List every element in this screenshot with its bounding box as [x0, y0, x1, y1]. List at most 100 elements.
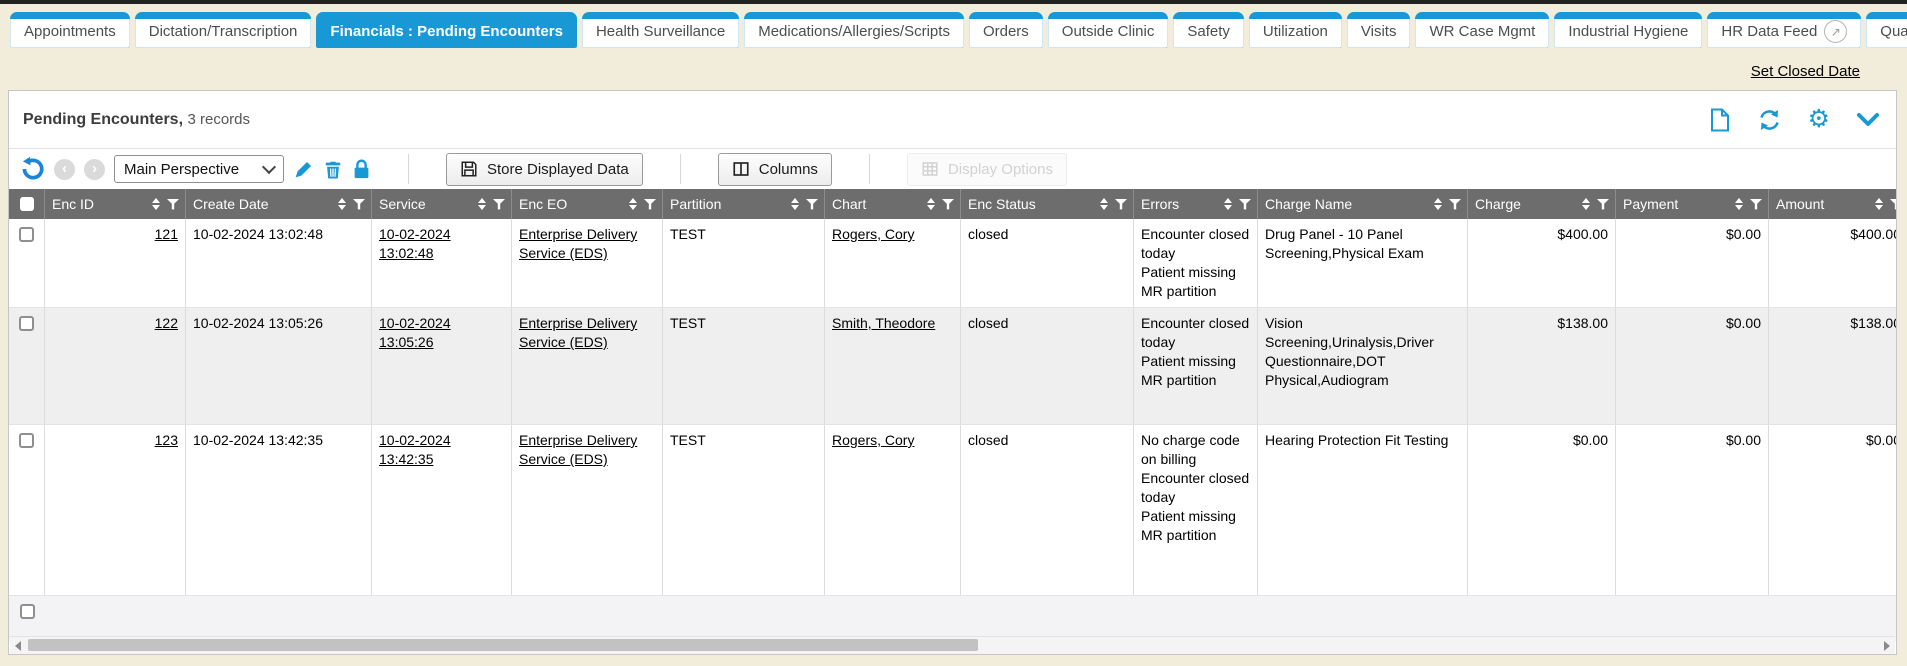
filter-icon[interactable] [1890, 199, 1896, 210]
col-header-enc_status[interactable]: Enc Status [961, 189, 1134, 219]
col-header-charge_name[interactable]: Charge Name [1258, 189, 1468, 219]
row-checkbox[interactable] [19, 227, 34, 242]
footer-checkbox[interactable] [20, 604, 35, 619]
col-header-amount[interactable]: Amount [1769, 189, 1896, 219]
delete-trash-icon[interactable] [323, 158, 343, 180]
edit-pencil-icon[interactable] [293, 159, 314, 180]
horizontal-scrollbar[interactable] [10, 636, 1895, 654]
sort-icon[interactable] [1224, 198, 1232, 210]
col-header-enc_eo[interactable]: Enc EO [512, 189, 663, 219]
link-service[interactable]: 10-02-2024 13:05:26 [379, 315, 451, 350]
tab-industrial-hygiene[interactable]: Industrial Hygiene [1554, 12, 1702, 48]
filter-icon[interactable] [1115, 199, 1127, 210]
columns-button[interactable]: Columns [718, 153, 832, 186]
cell-charge_name: Drug Panel - 10 Panel Screening,Physical… [1258, 219, 1468, 307]
select-all-checkbox[interactable] [20, 197, 34, 211]
filter-icon[interactable] [1750, 199, 1762, 210]
link-enc_id[interactable]: 123 [155, 432, 178, 448]
tab-financials-pending-encounters[interactable]: Financials : Pending Encounters [316, 12, 577, 48]
tab-hr-data-feed[interactable]: HR Data Feed↗ [1707, 12, 1861, 48]
cell-service: 10-02-2024 13:02:48 [372, 219, 512, 307]
col-header-partition[interactable]: Partition [663, 189, 825, 219]
filter-icon[interactable] [806, 199, 818, 210]
tab-visits[interactable]: Visits [1347, 12, 1411, 48]
row-select-cell [9, 308, 45, 424]
filter-icon[interactable] [1239, 199, 1251, 210]
tab-quality-of-care[interactable]: Quality of Care [1866, 12, 1907, 48]
sort-icon[interactable] [1875, 198, 1883, 210]
refresh-icon[interactable] [1757, 108, 1782, 132]
settings-gear-icon[interactable]: ⚙ [1808, 107, 1830, 132]
link-enc_id[interactable]: 121 [155, 226, 178, 242]
tab-health-surveillance[interactable]: Health Surveillance [582, 12, 739, 48]
col-header-charge[interactable]: Charge [1468, 189, 1616, 219]
sort-icon[interactable] [1434, 198, 1442, 210]
cell-charge_name: Vision Screening,Urinalysis,Driver Quest… [1258, 308, 1468, 424]
sort-icon[interactable] [478, 198, 486, 210]
lock-icon[interactable] [352, 158, 371, 180]
cell-errors: No charge code on billing Encounter clos… [1134, 425, 1258, 595]
tab-utilization[interactable]: Utilization [1249, 12, 1342, 48]
sort-icon[interactable] [629, 198, 637, 210]
tab-safety[interactable]: Safety [1173, 12, 1244, 48]
external-link-icon[interactable]: ↗ [1824, 20, 1847, 43]
filter-icon[interactable] [942, 199, 954, 210]
col-header-errors[interactable]: Errors [1134, 189, 1258, 219]
link-enc_eo[interactable]: Enterprise Delivery Service (EDS) [519, 315, 637, 350]
link-service[interactable]: 10-02-2024 13:42:35 [379, 432, 451, 467]
col-header-create_date[interactable]: Create Date [186, 189, 372, 219]
link-enc_eo[interactable]: Enterprise Delivery Service (EDS) [519, 432, 637, 467]
tab-appointments[interactable]: Appointments [10, 12, 130, 48]
row-checkbox[interactable] [19, 316, 34, 331]
next-perspective-icon[interactable]: › [84, 159, 105, 180]
new-document-icon[interactable] [1709, 108, 1731, 132]
link-service[interactable]: 10-02-2024 13:02:48 [379, 226, 451, 261]
filter-icon[interactable] [1597, 199, 1609, 210]
tab-medications-allergies-scripts[interactable]: Medications/Allergies/Scripts [744, 12, 964, 48]
cell-chart: Rogers, Cory [825, 425, 961, 595]
col-header-payment[interactable]: Payment [1616, 189, 1769, 219]
cell-payment: $0.00 [1616, 308, 1769, 424]
filter-icon[interactable] [167, 199, 179, 210]
tab-dictation-transcription[interactable]: Dictation/Transcription [135, 12, 312, 48]
sort-icon[interactable] [1735, 198, 1743, 210]
cell-partition: TEST [663, 308, 825, 424]
store-displayed-data-button[interactable]: Store Displayed Data [446, 153, 643, 186]
scroll-right-arrow-icon[interactable] [1884, 641, 1890, 651]
scrollbar-thumb[interactable] [28, 639, 978, 651]
sort-icon[interactable] [927, 198, 935, 210]
row-checkbox[interactable] [19, 433, 34, 448]
filter-icon[interactable] [644, 199, 656, 210]
sort-icon[interactable] [338, 198, 346, 210]
col-header-enc_id[interactable]: Enc ID [45, 189, 186, 219]
sort-icon[interactable] [1100, 198, 1108, 210]
link-chart[interactable]: Smith, Theodore [832, 315, 935, 331]
sort-icon[interactable] [1582, 198, 1590, 210]
toolbar-divider [408, 154, 409, 184]
scroll-left-arrow-icon[interactable] [15, 641, 21, 651]
cell-service: 10-02-2024 13:05:26 [372, 308, 512, 424]
col-label: Charge [1475, 196, 1521, 212]
tab-orders[interactable]: Orders [969, 12, 1043, 48]
link-chart[interactable]: Rogers, Cory [832, 432, 914, 448]
tab-outside-clinic[interactable]: Outside Clinic [1048, 12, 1169, 48]
filter-icon[interactable] [1449, 199, 1461, 210]
collapse-chevron-icon[interactable] [1856, 111, 1880, 129]
filter-icon[interactable] [493, 199, 505, 210]
sort-icon[interactable] [791, 198, 799, 210]
select-caret-icon [262, 160, 276, 174]
link-enc_eo[interactable]: Enterprise Delivery Service (EDS) [519, 226, 637, 261]
cell-partition: TEST [663, 219, 825, 307]
set-closed-date-link[interactable]: Set Closed Date [1751, 63, 1860, 80]
tab-wr-case-mgmt[interactable]: WR Case Mgmt [1415, 12, 1549, 48]
prev-perspective-icon[interactable]: ‹ [54, 159, 75, 180]
filter-icon[interactable] [353, 199, 365, 210]
link-enc_id[interactable]: 122 [155, 315, 178, 331]
sort-icon[interactable] [152, 198, 160, 210]
cell-charge: $0.00 [1468, 425, 1616, 595]
perspective-select[interactable]: Main Perspective [114, 155, 284, 183]
undo-icon[interactable] [19, 156, 45, 182]
col-header-chart[interactable]: Chart [825, 189, 961, 219]
col-header-service[interactable]: Service [372, 189, 512, 219]
link-chart[interactable]: Rogers, Cory [832, 226, 914, 242]
